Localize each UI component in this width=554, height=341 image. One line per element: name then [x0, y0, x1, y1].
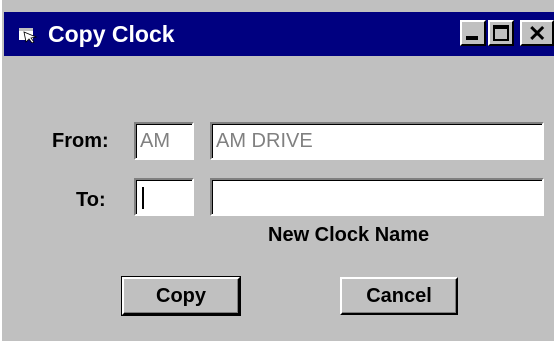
from-name-field[interactable]: AM DRIVE: [210, 122, 544, 160]
title-bar[interactable]: Copy Clock ✕: [4, 12, 554, 56]
copy-clock-dialog: Copy Clock ✕ From: AM AM DRIVE To: New C…: [0, 0, 554, 341]
new-clock-name-label: New Clock Name: [268, 224, 430, 246]
minimize-button[interactable]: [460, 20, 486, 46]
close-button[interactable]: ✕: [520, 20, 554, 46]
to-label: To:: [76, 189, 106, 211]
window-title: Copy Clock: [48, 21, 175, 47]
from-label: From:: [52, 130, 109, 152]
from-code-field[interactable]: AM: [134, 122, 194, 160]
close-icon: ✕: [528, 21, 547, 46]
maximize-icon: [493, 25, 509, 41]
maximize-button[interactable]: [488, 20, 514, 46]
cancel-button[interactable]: Cancel: [340, 277, 458, 315]
app-icon: [19, 28, 38, 43]
to-code-field[interactable]: [134, 178, 194, 216]
to-name-field[interactable]: [210, 178, 544, 216]
text-cursor: [142, 187, 144, 209]
copy-button[interactable]: Copy: [121, 276, 241, 316]
minimize-icon: [466, 36, 478, 40]
